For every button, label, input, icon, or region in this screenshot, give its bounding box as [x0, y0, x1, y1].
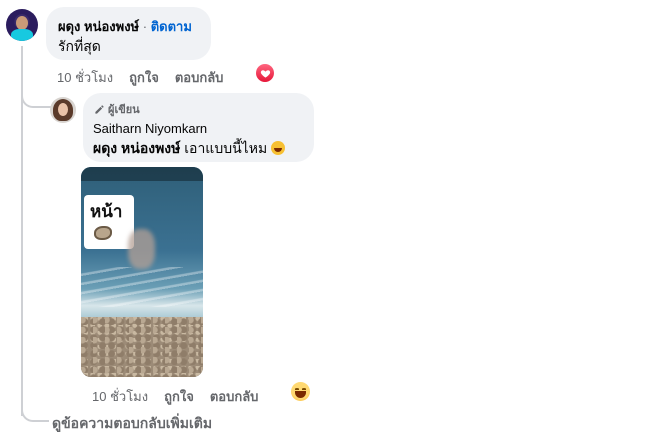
comment-bubble: ผดุง หน่องพงษ์ · ติดตาม รักที่สุด: [46, 7, 211, 60]
reply-time[interactable]: 10 ชั่วโมง: [92, 386, 148, 407]
author-badge: ผู้เขียน: [94, 100, 140, 118]
oyster-icon: [94, 226, 112, 240]
reply-text-line: ผดุง หน่องพงษ์ เอาแบบนี้ไหม: [93, 138, 286, 160]
pencil-icon: [95, 104, 104, 114]
reply-avatar[interactable]: [50, 97, 76, 123]
reply-author[interactable]: Saitharn Niyomkarn: [93, 121, 207, 136]
follow-button[interactable]: ติดตาม: [151, 19, 192, 34]
mention-link[interactable]: ผดุง หน่องพงษ์: [93, 140, 180, 156]
comment-text: รักที่สุด: [58, 38, 101, 54]
laughing-face-icon[interactable]: [291, 382, 310, 401]
view-more-replies-link[interactable]: ดูข้อความตอบกลับเพิ่มเติม: [52, 413, 212, 435]
sticker-text: หน้า: [90, 202, 123, 221]
comment-author[interactable]: ผดุง หน่องพงษ์: [58, 19, 139, 34]
comment-time[interactable]: 10 ชั่วโมง: [57, 67, 113, 88]
comment-actions: 10 ชั่วโมง ถูกใจ ตอบกลับ: [57, 67, 223, 88]
reply-like-button[interactable]: ถูกใจ: [164, 386, 194, 407]
avatar[interactable]: [6, 9, 38, 41]
thread-connector-more: [21, 398, 49, 422]
reply-actions: 10 ชั่วโมง ถูกใจ ตอบกลับ: [92, 386, 258, 407]
heart-icon[interactable]: [256, 64, 274, 82]
blurred-person: [128, 229, 155, 269]
reply-button[interactable]: ตอบกลับ: [175, 67, 224, 88]
comment-author-line: ผดุง หน่องพงษ์ · ติดตาม: [58, 16, 192, 37]
thread-connector-reply: [21, 80, 53, 108]
image-attachment[interactable]: หน้า: [81, 167, 203, 377]
reply-reply-button[interactable]: ตอบกลับ: [210, 386, 259, 407]
like-button[interactable]: ถูกใจ: [129, 67, 159, 88]
reply-text: เอาแบบนี้ไหม: [180, 140, 268, 156]
image-sticker: หน้า: [84, 195, 134, 249]
rolling-laughing-emoji: [271, 141, 286, 155]
separator: ·: [142, 19, 148, 34]
author-badge-label: ผู้เขียน: [108, 104, 140, 116]
